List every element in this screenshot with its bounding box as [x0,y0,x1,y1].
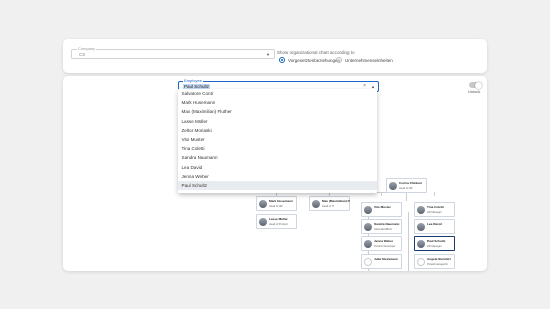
company-value: CS [79,52,86,57]
org-card[interactable]: Lasse Müller Head of Product [256,214,297,229]
org-card-name: Julia Steinmann [374,258,398,261]
unlock-toggle[interactable] [469,81,482,89]
org-card-name: Lasse Müller [269,218,288,221]
org-card-name: Mark Husemann [269,200,293,203]
dropdown-option[interactable]: Sandra Naumann [178,153,377,162]
org-card-name: Tina Coletti [427,206,444,209]
org-card[interactable]: Corina Xhinkuri Head of HR [386,178,427,193]
chevron-down-icon: ▼ [266,52,270,57]
dropdown-option[interactable]: Lea David [178,163,377,172]
dropdown-option[interactable]: Jenna Weber [178,172,377,181]
avatar [364,223,372,231]
radio-checked-icon [279,57,285,63]
radio-vorgesetztenbeziehungen[interactable]: Vorgesetztenbeziehungen [279,57,340,63]
connector-line [408,212,409,271]
org-card-role: Head of HR [269,205,283,208]
org-card[interactable]: Lea David [414,219,455,234]
radio-unternehmenseinheiten[interactable]: Unternehmenseinheiten [336,57,393,63]
avatar [364,206,372,214]
avatar [417,223,425,231]
avatar [312,200,320,208]
toggle-knob [475,81,482,89]
org-card-name: Sandra Naumann [374,223,400,226]
company-label: Company [77,46,97,51]
org-card[interactable]: Jenna Weber Product Developer [361,236,402,251]
dropdown-option[interactable]: Max (Maximilian) Fluther [178,107,377,116]
org-card-role: HR Manager [427,211,442,214]
org-card[interactable]: Tina Coletti HR Manager [414,202,455,217]
dropdown-option[interactable]: Zeltor Moriaski [178,126,377,135]
dropdown-option[interactable]: Lasse Müller [178,117,377,126]
org-card[interactable]: Vito Muster [361,202,402,217]
org-card-role: Sekretärin/Büro [374,228,393,231]
org-card-role: Product Developer [374,245,396,248]
org-card-name: Jenna Weber [374,240,394,243]
dropdown-option[interactable]: Salvatore Conti [178,89,377,98]
avatar [259,200,267,208]
org-card-name: Vito Muster [374,206,391,209]
avatar-placeholder [417,258,425,266]
org-card-name: Paul Schultz [427,240,446,243]
avatar-placeholder [364,258,372,266]
dropdown-option[interactable]: Vito Muster [178,135,377,144]
radio-label: Vorgesetztenbeziehungen [288,57,341,63]
chevron-down-icon[interactable]: ▲ [371,84,375,89]
avatar [417,206,425,214]
avatar [364,240,372,248]
org-card-role: Head of HR [399,187,413,190]
org-card-name: Corina Xhinkuri [399,182,423,185]
org-card-role: HR Manager [427,245,442,248]
radio-label: Unternehmenseinheiten [345,57,393,63]
connector-line [434,192,435,196]
org-card[interactable]: Max (Maximilian) Fluther Head of IT [309,196,350,211]
connector-line [381,192,382,196]
org-card[interactable]: Julia Steinmann [361,254,402,269]
avatar [389,182,397,190]
org-card-selected[interactable]: Paul Schultz HR Manager [414,236,455,251]
dropdown-option[interactable]: Tina Coletti [178,144,377,153]
org-card-role: Head of Product [269,223,288,226]
org-card[interactable]: Angela Steinhirt Projektmanager/in [414,254,455,269]
dropdown-option[interactable]: Mark Husemann [178,98,377,107]
employee-label: Employee [183,78,203,83]
dropdown-option-selected[interactable]: Paul Schultz [178,180,377,191]
org-card[interactable]: Sandra Naumann Sekretärin/Büro [361,219,402,234]
radio-unchecked-icon [336,57,342,63]
org-card-role: Projektmanager/in [427,263,449,266]
avatar [259,218,267,226]
org-card-role: Head of IT [322,205,335,208]
company-select[interactable]: Company CS ▼ [71,46,275,59]
org-chart-option-title: Show organizational chart according to [277,50,355,55]
avatar [417,240,425,248]
org-card-name: Lea David [427,223,442,226]
employee-dropdown-list[interactable]: Salvatore Conti Mark Husemann Max (Maxim… [178,89,377,193]
org-card[interactable]: Mark Husemann Head of HR [256,196,297,211]
org-card-name: Max (Maximilian) Fluther [322,200,350,203]
org-card-name: Angela Steinhirt [427,258,451,261]
toggle-label: Unlock [468,89,481,94]
